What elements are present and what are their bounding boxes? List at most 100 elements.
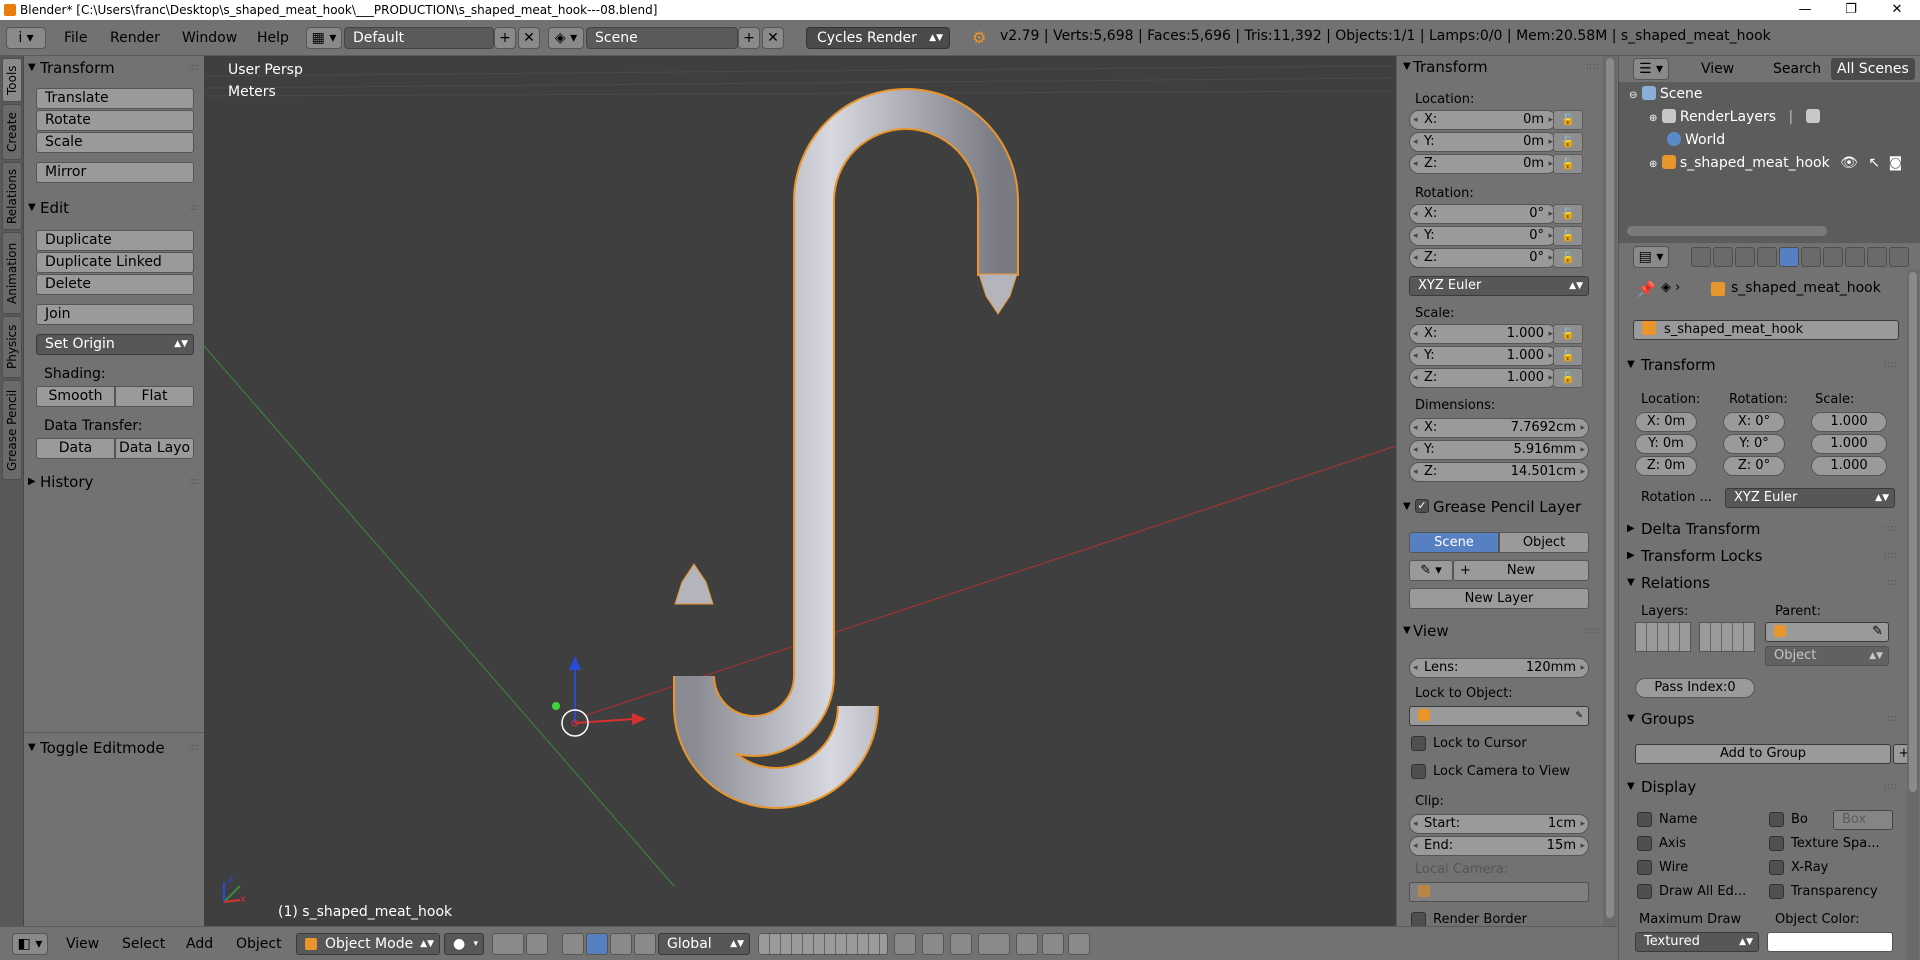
toggle-editmode-operator[interactable]: ▼ Toggle Editmode:::: [24, 736, 204, 760]
scale-manipulator-icon[interactable] [610, 933, 632, 955]
translate-manipulator-icon[interactable] [562, 933, 584, 955]
editor-type-info-icon[interactable]: i ▾ [6, 27, 46, 49]
gp-pencil-icon[interactable]: ✎ ▾ [1409, 560, 1453, 581]
menu-view[interactable]: View [66, 934, 99, 954]
3d-viewport[interactable]: z x User Persp Meters (1) s_shaped_meat_… [204, 56, 1396, 926]
data-button[interactable]: Data [36, 438, 115, 459]
p-scale-x[interactable]: 1.000 [1811, 412, 1887, 432]
material-tab-icon[interactable] [1867, 247, 1887, 267]
n-transform-header[interactable]: ▼ Transform:::: [1397, 56, 1603, 78]
pin-icon[interactable]: 📌 [1637, 280, 1656, 298]
lock-icon[interactable]: 🔓 [1553, 132, 1583, 152]
menu-window[interactable]: Window [182, 26, 237, 50]
n-location-z-field[interactable]: ◂ Z: 0m ▸ [1409, 154, 1557, 174]
render-layers-tab-icon[interactable] [1713, 247, 1733, 267]
n-location-x-field[interactable]: ◂ X: 0m ▸ [1409, 110, 1557, 130]
viewport-shading-dropdown[interactable]: ● ▾ [444, 933, 484, 955]
duplicate-linked-button[interactable]: Duplicate Linked [36, 252, 194, 273]
remove-scene-icon[interactable]: ✕ [762, 27, 784, 49]
lock-camera-checkbox[interactable] [1411, 764, 1426, 779]
render-border-checkbox[interactable] [1411, 912, 1426, 927]
outliner-view-menu[interactable]: View [1695, 58, 1740, 80]
display-draw-all-edges-checkbox[interactable] [1637, 884, 1652, 899]
object-tab-icon[interactable] [1779, 247, 1799, 267]
p-transform-header[interactable]: ▼ Transform:::: [1627, 354, 1897, 376]
n-rotation-mode-dropdown[interactable]: XYZ Euler ▲▼ [1409, 276, 1589, 296]
p-rotation-x[interactable]: X: 0° [1723, 412, 1785, 432]
lock-to-cursor-checkbox[interactable] [1411, 736, 1426, 751]
screen-layout-icon[interactable]: ▦ ▾ [306, 27, 342, 49]
n-scale-x-field[interactable]: ◂ X: 1.000 ▸ [1409, 324, 1557, 344]
n-rotation-y-field[interactable]: ◂ Y: 0° ▸ [1409, 226, 1557, 246]
n-grease-pencil-header[interactable]: ▼ ✓ Grease Pencil Layer [1397, 496, 1603, 518]
transform-orientation-dropdown[interactable]: Global ▲▼ [658, 933, 750, 955]
layers-grid-1[interactable] [1635, 622, 1691, 652]
transform-locks-header[interactable]: ▶ Transform Locks:::: [1627, 545, 1897, 567]
lock-icon[interactable]: 🔓 [1553, 248, 1583, 268]
display-wire-checkbox[interactable] [1637, 860, 1652, 875]
transform-panel-header[interactable]: ▼ Transform:::: [24, 56, 204, 80]
menu-render[interactable]: Render [110, 26, 160, 50]
mode-dropdown[interactable]: Object Mode ▲▼ [296, 933, 440, 955]
n-view-header[interactable]: ▼ View:::: [1397, 620, 1603, 642]
n-location-y-field[interactable]: ◂ Y: 0m ▸ [1409, 132, 1557, 152]
menu-object[interactable]: Object [236, 934, 282, 954]
outliner-editor-icon[interactable]: ☰ ▾ [1633, 58, 1669, 80]
scene-tab-icon[interactable] [1735, 247, 1755, 267]
display-axis-checkbox[interactable] [1637, 836, 1652, 851]
p-rotation-mode-dropdown[interactable]: XYZ Euler ▲▼ [1725, 488, 1895, 508]
render-engine-dropdown[interactable]: Cycles Render ▲▼ [806, 27, 950, 49]
n-panel-scrollbar[interactable] [1603, 56, 1617, 926]
rotate-button[interactable]: Rotate [36, 110, 194, 131]
close-button[interactable]: ✕ [1874, 0, 1920, 20]
n-dimension-x-field[interactable]: ◂ X: 7.7692cm ▸ [1409, 418, 1589, 438]
manipulator-toggle-icon[interactable] [526, 933, 548, 955]
outliner-display-mode[interactable]: All Scenes [1831, 58, 1915, 80]
data-tab-icon[interactable] [1845, 247, 1865, 267]
outliner-scrollbar[interactable] [1627, 226, 1827, 236]
tab-create[interactable]: Create [2, 104, 22, 160]
lock-icon[interactable]: 🔓 [1553, 154, 1583, 174]
display-name-checkbox[interactable] [1637, 812, 1652, 827]
tab-grease-pencil[interactable]: Grease Pencil [2, 380, 22, 480]
menu-help[interactable]: Help [257, 26, 289, 50]
snap-element-icon[interactable] [978, 933, 1010, 955]
p-rotation-z[interactable]: Z: 0° [1723, 456, 1785, 476]
parent-field[interactable]: ✎ [1765, 622, 1889, 642]
flat-button[interactable]: Flat [115, 386, 194, 407]
tab-physics[interactable]: Physics [2, 316, 22, 378]
n-rotation-x-field[interactable]: ◂ X: 0° ▸ [1409, 204, 1557, 224]
duplicate-button[interactable]: Duplicate [36, 230, 194, 251]
rotate-manipulator-icon[interactable] [586, 933, 608, 955]
outliner-row-world[interactable]: World [1667, 130, 1725, 150]
modifiers-tab-icon[interactable] [1823, 247, 1843, 267]
remove-layout-icon[interactable]: ✕ [518, 27, 540, 49]
pivot-point-icon[interactable] [492, 933, 524, 955]
history-panel-header[interactable]: ▶ History:::: [24, 470, 204, 494]
bounds-type-dropdown[interactable]: Box [1833, 810, 1893, 830]
transform-manipulator[interactable] [552, 656, 646, 737]
p-location-y[interactable]: Y: 0m [1635, 434, 1697, 454]
display-texture-space-checkbox[interactable] [1769, 836, 1784, 851]
render-icon[interactable] [1068, 933, 1090, 955]
snap-toggle-icon[interactable] [950, 933, 972, 955]
maximum-draw-dropdown[interactable]: Textured ▲▼ [1635, 932, 1759, 952]
world-tab-icon[interactable] [1757, 247, 1777, 267]
mirror-button[interactable]: Mirror [36, 162, 194, 183]
gp-new-button[interactable]: + New [1453, 560, 1589, 581]
p-scale-z[interactable]: 1.000 [1811, 456, 1887, 476]
tab-relations[interactable]: Relations [2, 162, 22, 230]
n-dimension-z-field[interactable]: ◂ Z: 14.501cm ▸ [1409, 462, 1589, 482]
local-camera-field[interactable] [1409, 882, 1589, 902]
translate-button[interactable]: Translate [36, 88, 194, 109]
join-button[interactable]: Join [36, 304, 194, 325]
add-scene-icon[interactable]: + [738, 27, 760, 49]
tab-tools[interactable]: Tools [2, 58, 22, 102]
n-dimension-y-field[interactable]: ◂ Y: 5.916mm ▸ [1409, 440, 1589, 460]
properties-scrollbar[interactable] [1907, 270, 1919, 960]
menu-file[interactable]: File [64, 26, 87, 50]
lock-icon[interactable]: 🔓 [1553, 368, 1583, 388]
outliner-search-menu[interactable]: Search [1767, 58, 1827, 80]
manipulator-space-icon[interactable] [634, 933, 656, 955]
pass-index-field[interactable]: Pass Index:0 [1635, 678, 1755, 698]
